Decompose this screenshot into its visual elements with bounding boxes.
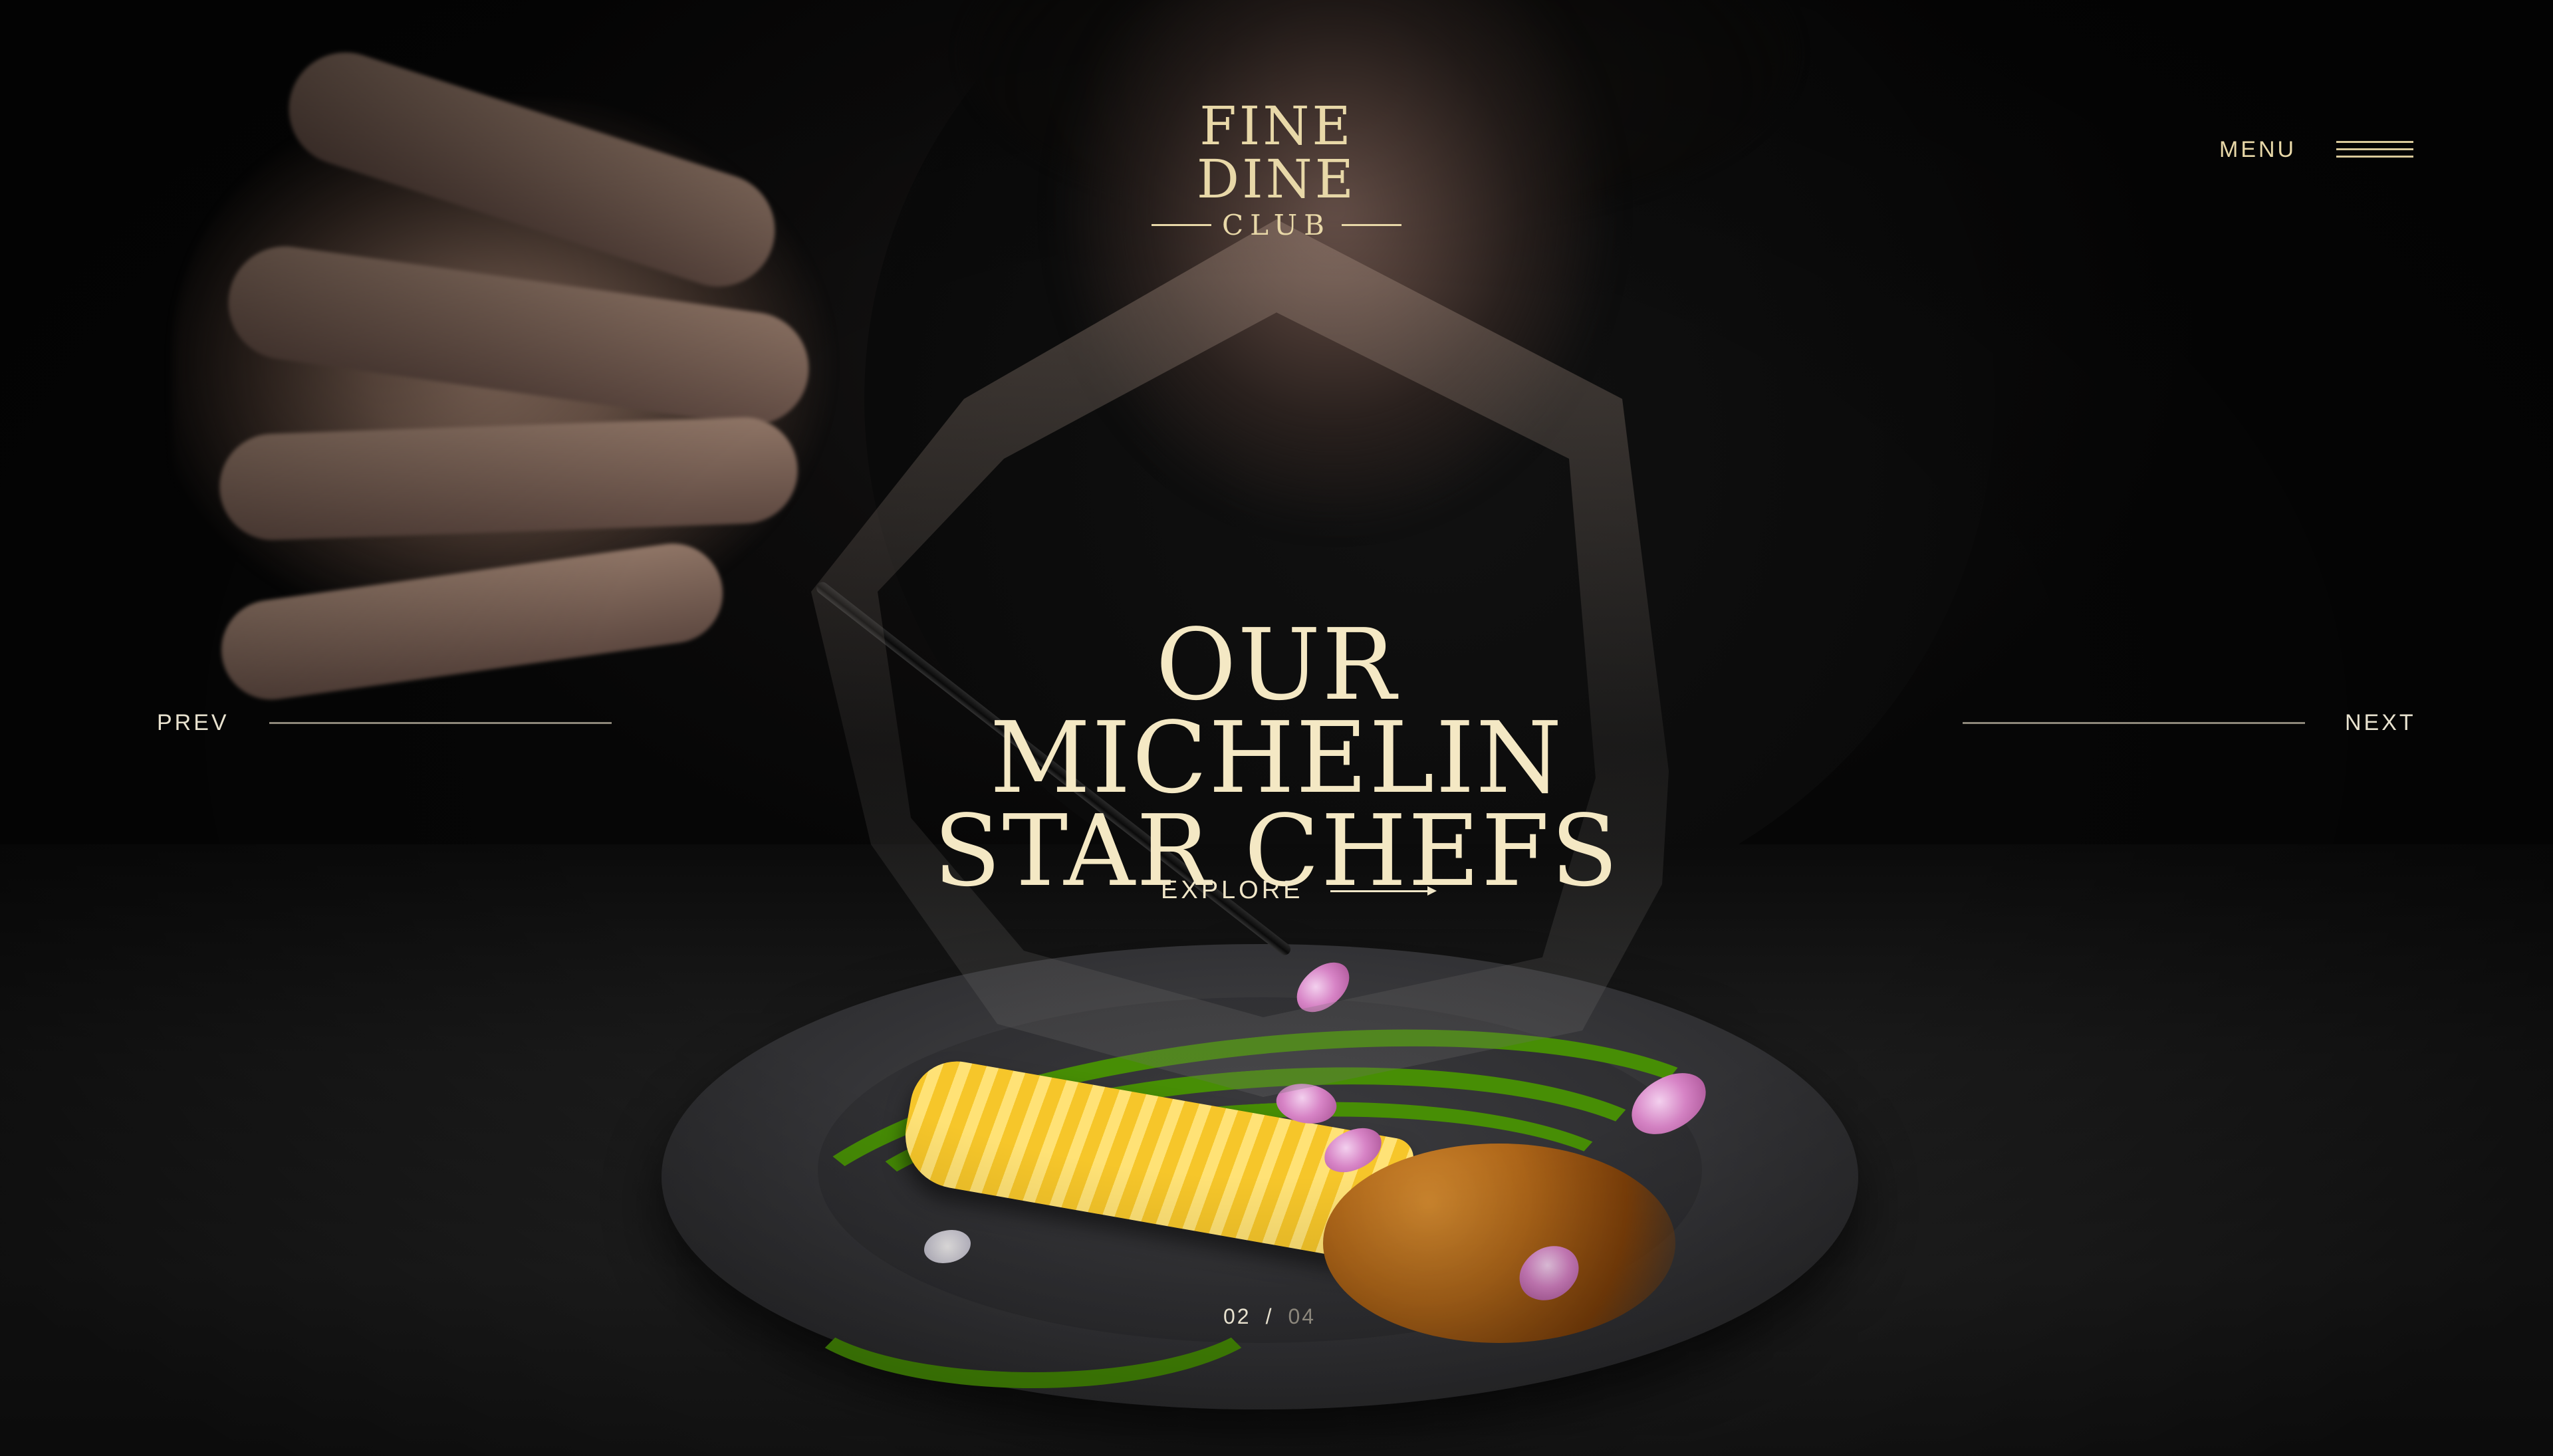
logo-rule-right (1342, 224, 1401, 226)
logo-subtitle: CLUB (1222, 209, 1331, 241)
prev-line (269, 722, 612, 724)
next-button[interactable]: NEXT (1963, 710, 2416, 736)
next-line (1963, 722, 2305, 724)
hero-headline: OUR MICHELIN STAR CHEFS (864, 608, 1689, 900)
pager-total: 04 (1288, 1304, 1316, 1328)
explore-label: EXPLORE (1161, 876, 1304, 904)
prev-button[interactable]: PREV (157, 710, 612, 736)
logo-rule-left (1152, 224, 1211, 226)
next-label: NEXT (2345, 710, 2416, 735)
pager-separator: / (1265, 1304, 1274, 1328)
logo-wordmark: FINE DINE (1196, 95, 1357, 210)
slide-pager: 02 / 04 (1223, 1304, 1316, 1329)
menu-label: MENU (2219, 136, 2297, 162)
prev-label: PREV (157, 710, 229, 735)
explore-button[interactable]: EXPLORE (1161, 876, 1437, 905)
menu-button[interactable]: MENU (2219, 133, 2414, 166)
headline-line-1: OUR MICHELIN (989, 608, 1564, 815)
arrow-right-icon (1330, 884, 1437, 898)
logo-sub-row: CLUB (1144, 209, 1409, 241)
hamburger-icon (2336, 141, 2414, 158)
logo[interactable]: FINE DINE CLUB (1144, 100, 1409, 241)
pager-current: 02 (1223, 1304, 1251, 1328)
